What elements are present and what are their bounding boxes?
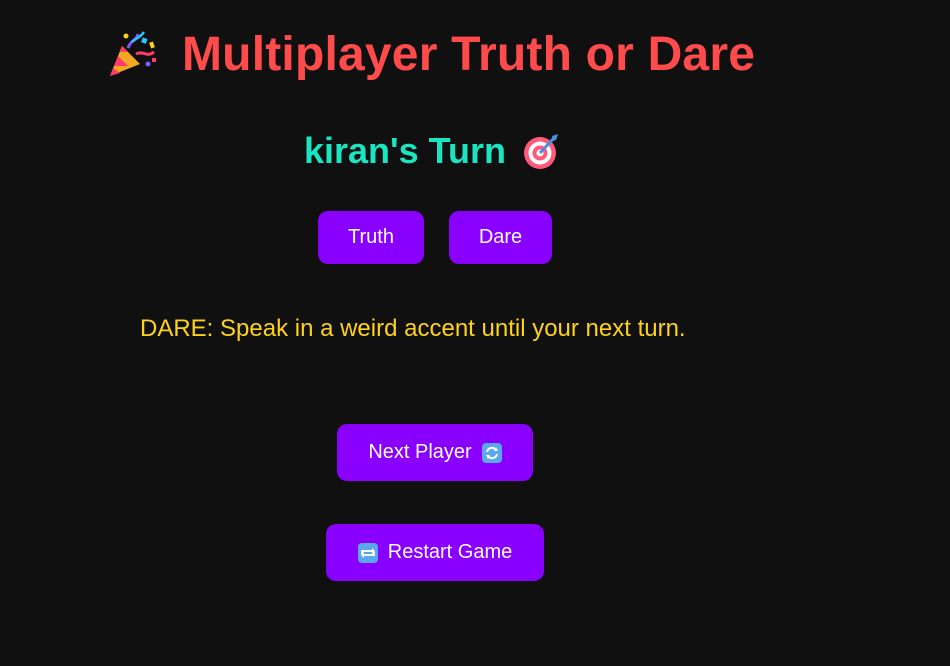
restart-game-label: Restart Game [387,541,513,563]
cycle-arrows-icon [481,442,502,463]
page-title: Multiplayer Truth or Dare [182,27,756,81]
party-popper-icon [106,28,158,80]
page-header: Multiplayer Truth or Dare [106,24,755,84]
dare-button[interactable]: Dare [449,211,552,264]
dare-button-label: Dare [478,226,523,248]
game-screen: Multiplayer Truth or Dare kiran's Turn T… [0,0,950,666]
turn-label: kiran's Turn [304,130,506,171]
next-player-label: Next Player [368,441,472,463]
truth-button[interactable]: Truth [318,211,424,264]
restart-game-button[interactable]: Restart Game [326,524,544,581]
current-turn-heading: kiran's Turn [304,128,560,174]
repeat-icon [357,542,378,563]
target-dart-icon [522,132,560,170]
truth-button-label: Truth [348,226,394,248]
challenge-prompt: DARE: Speak in a weird accent until your… [140,315,686,342]
next-player-button[interactable]: Next Player [337,424,533,481]
